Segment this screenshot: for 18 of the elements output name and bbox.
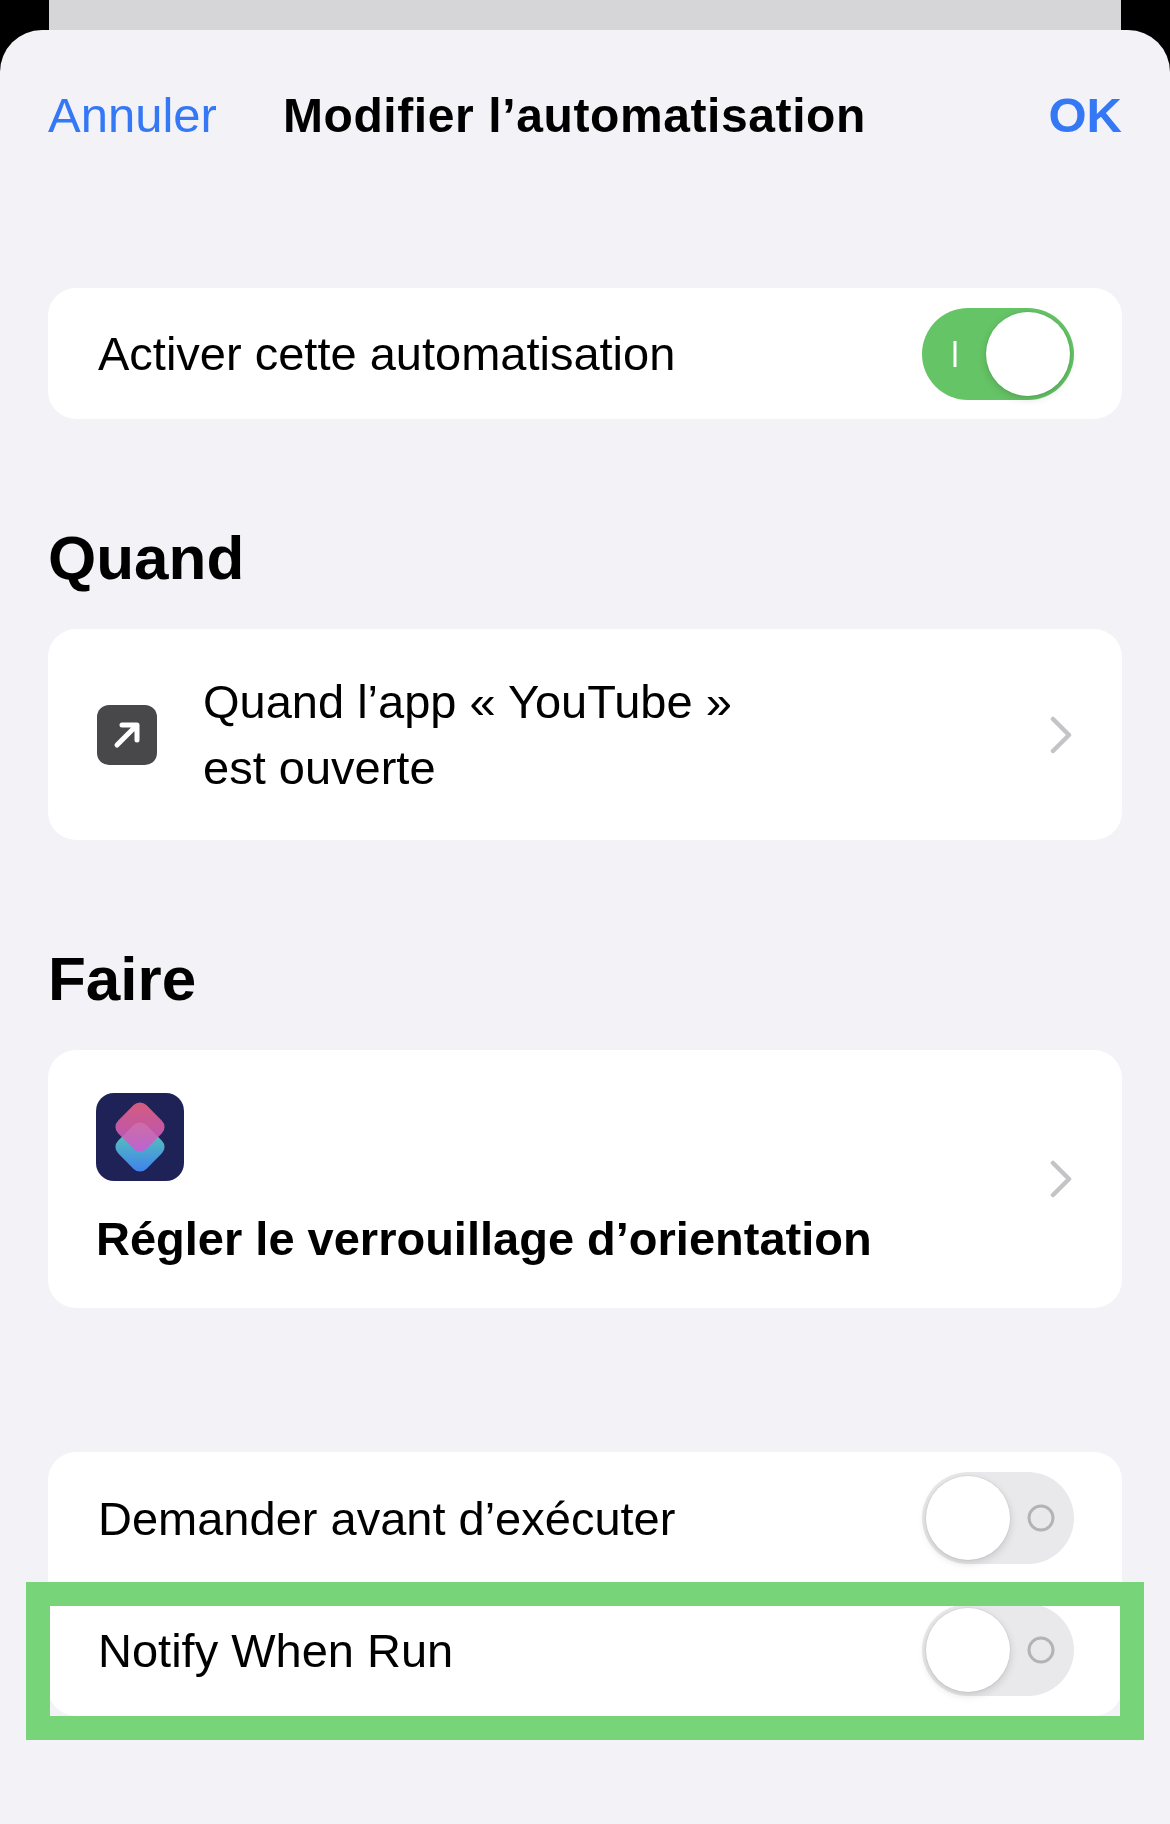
sheet-title: Modifier l’automatisation [282,87,866,143]
ok-button[interactable]: OK [1048,87,1122,143]
open-app-icon [97,704,157,765]
action-title: Régler le verrouillage d’orientation [96,1210,872,1266]
shortcuts-app-icon [96,1092,184,1181]
row-label: Activer cette automatisation [98,326,676,381]
trigger-text: Quand l’app « YouTube » est ouverte [203,673,733,796]
off-indicator-icon [1026,1503,1056,1533]
off-indicator-icon [1026,1635,1056,1665]
option-label: Notify When Run [98,1622,454,1678]
trigger-row[interactable]: Quand l’app « YouTube » est ouverte [48,629,1122,840]
option-label: Demander avant d’exécuter [98,1490,676,1546]
cancel-button[interactable]: Annuler [48,87,217,143]
chevron-icon [1050,715,1072,754]
on-indicator-icon [952,340,958,367]
action-row[interactable]: Régler le verrouillage d’orientation [48,1050,1122,1308]
chevron-icon [1050,1160,1072,1198]
section-heading: Faire [48,948,198,1010]
